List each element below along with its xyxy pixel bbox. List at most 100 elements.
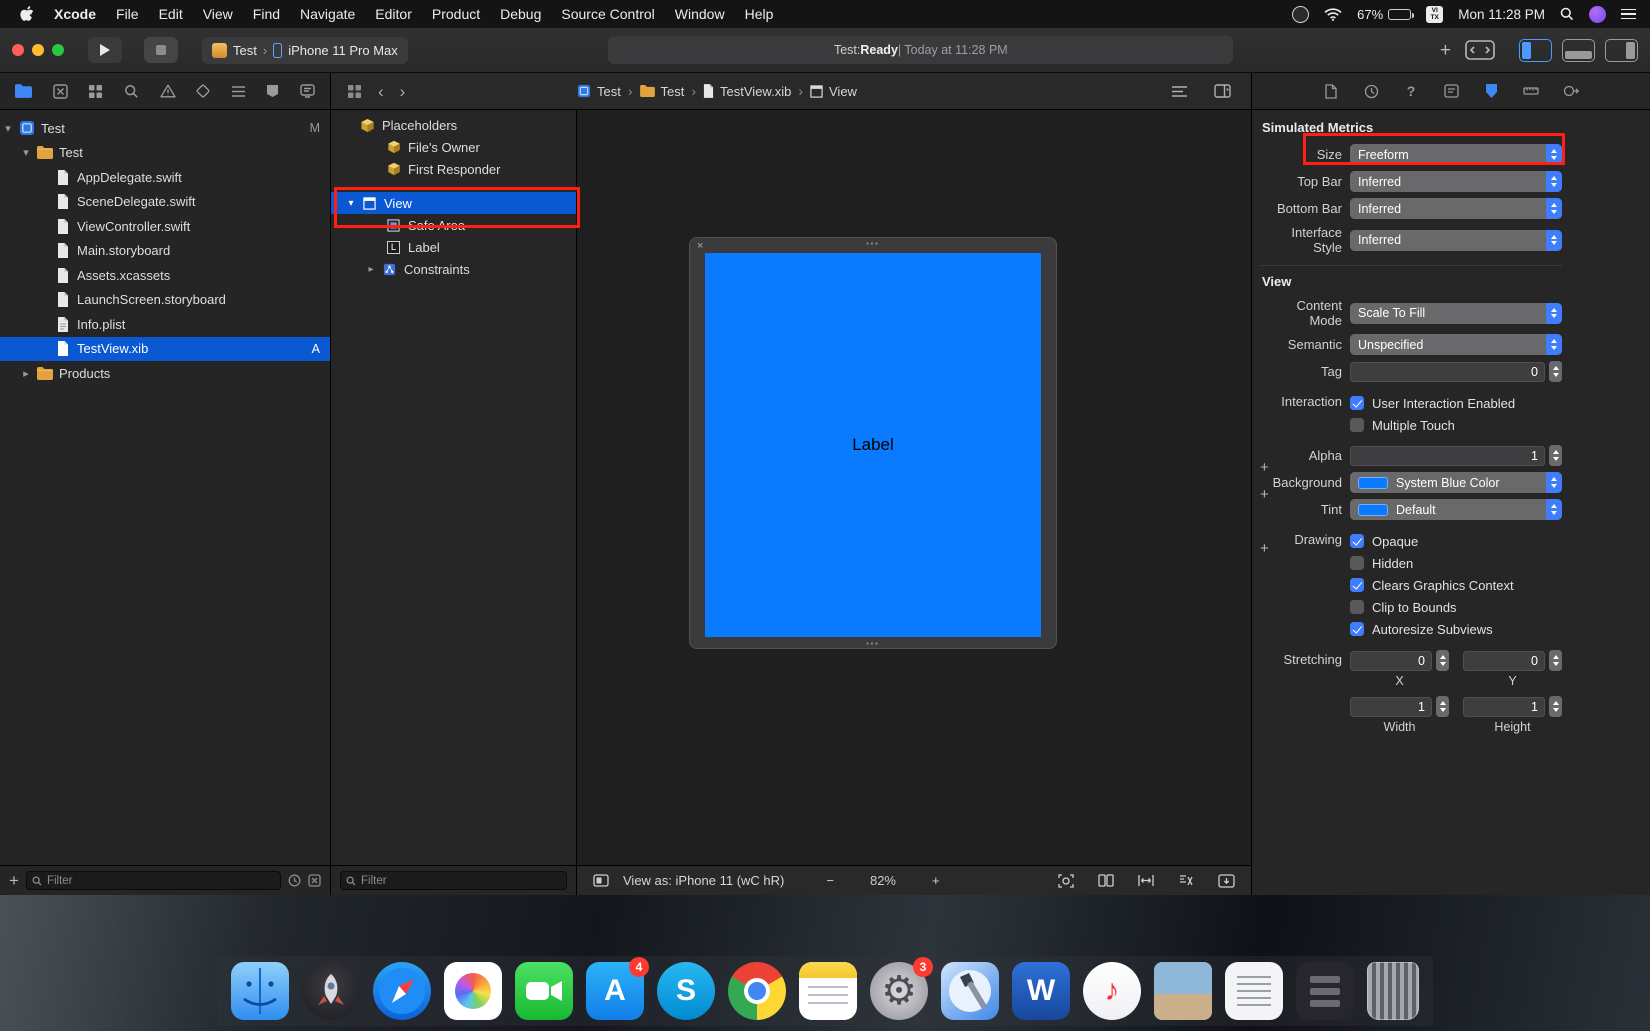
disclosure-triangle[interactable]: ▾ [0, 122, 16, 135]
test-navigator-tab[interactable] [196, 84, 210, 98]
menu-edit[interactable]: Edit [149, 6, 193, 22]
color-swatch[interactable] [1358, 477, 1388, 489]
add-editor-icon[interactable] [1214, 84, 1231, 98]
dock-finder[interactable] [231, 962, 289, 1020]
add-variation-button[interactable]: + [1260, 460, 1269, 475]
scheme-selector[interactable]: Test › iPhone 11 Pro Max [202, 37, 408, 64]
project-navigator-tab[interactable] [15, 84, 32, 98]
view-as-control[interactable]: View as: iPhone 11 (wC hR) [623, 873, 784, 888]
checkbox[interactable] [1350, 418, 1364, 432]
dock-word[interactable]: W [1012, 962, 1070, 1020]
dock-facetime[interactable] [515, 962, 573, 1020]
size-inspector-tab[interactable] [1522, 84, 1540, 98]
outline-row-placeholders[interactable]: Placeholders [331, 114, 576, 136]
menu-window[interactable]: Window [665, 6, 735, 22]
outline-filter-input[interactable]: Filter [340, 871, 567, 890]
add-file-button[interactable]: + [9, 872, 19, 889]
menu-product[interactable]: Product [422, 6, 490, 22]
autoresize-subviews-option[interactable]: Autoresize Subviews [1350, 618, 1562, 640]
update-frames-icon[interactable] [1058, 874, 1074, 888]
breadcrumb-file[interactable]: TestView.xib [703, 84, 791, 99]
dock-safari[interactable] [373, 962, 431, 1020]
stretching-height-field[interactable]: 1 [1463, 697, 1545, 717]
semantic-popup[interactable]: Unspecified [1350, 334, 1562, 355]
checkbox[interactable] [1350, 600, 1364, 614]
dock-music[interactable]: ♪ [1083, 962, 1141, 1020]
add-constraints-icon[interactable] [1178, 874, 1194, 887]
run-button[interactable] [88, 37, 122, 63]
color-swatch[interactable] [1358, 504, 1388, 516]
add-variation-button[interactable]: + [1260, 541, 1269, 556]
alpha-field[interactable]: 1 [1350, 446, 1545, 466]
quick-help-inspector-tab[interactable]: ? [1402, 83, 1420, 99]
source-control-filter-icon[interactable] [308, 874, 321, 887]
creative-cloud-icon[interactable] [1292, 6, 1309, 23]
dock-chrome[interactable] [728, 962, 786, 1020]
zoom-level[interactable]: 82% [870, 873, 896, 888]
dock-xcode[interactable] [941, 962, 999, 1020]
breadcrumb-group[interactable]: Test [640, 84, 685, 99]
content-mode-popup[interactable]: Scale To Fill [1350, 303, 1562, 324]
menu-debug[interactable]: Debug [490, 6, 551, 22]
debug-navigator-tab[interactable] [231, 85, 246, 98]
dock-notes[interactable] [799, 962, 857, 1020]
hidden-option[interactable]: Hidden [1350, 552, 1562, 574]
disclosure-triangle[interactable]: ▾ [18, 146, 34, 159]
checkbox[interactable] [1350, 622, 1364, 636]
background-color-popup[interactable]: System Blue Color [1350, 472, 1562, 493]
interface-builder-canvas[interactable]: × ••• Label ••• [577, 110, 1251, 865]
disclosure-triangle[interactable]: ▾ [343, 198, 359, 209]
project-row[interactable]: ▾ Test M [0, 116, 330, 141]
tag-field[interactable]: 0 [1350, 362, 1545, 382]
library-add-button[interactable]: + [1440, 41, 1451, 60]
dock-documents-stack[interactable] [1225, 962, 1283, 1020]
stop-button[interactable] [144, 37, 178, 63]
file-row[interactable]: Info.plist [0, 312, 330, 337]
checkbox[interactable] [1350, 578, 1364, 592]
file-row[interactable]: Main.storyboard [0, 239, 330, 264]
symbol-navigator-tab[interactable] [88, 84, 103, 99]
stepper[interactable] [1549, 650, 1562, 671]
stretching-y-field[interactable]: 0 [1463, 651, 1545, 671]
related-items-icon[interactable] [347, 84, 362, 99]
wifi-icon[interactable] [1324, 8, 1342, 21]
align-constraints-icon[interactable] [1138, 874, 1154, 887]
menu-source-control[interactable]: Source Control [551, 6, 664, 22]
menu-view[interactable]: View [193, 6, 243, 22]
dock-image-file[interactable] [1154, 962, 1212, 1020]
menu-find[interactable]: Find [243, 6, 290, 22]
file-row[interactable]: SceneDelegate.swift [0, 190, 330, 215]
drag-handle-bottom[interactable]: ••• [866, 641, 879, 648]
stretching-x-field[interactable]: 0 [1350, 651, 1432, 671]
checkbox[interactable] [1350, 556, 1364, 570]
dock-trash[interactable] [1367, 962, 1419, 1020]
history-inspector-tab[interactable] [1362, 84, 1380, 99]
dock-launchpad[interactable] [302, 962, 360, 1020]
user-avatar[interactable] [1589, 6, 1606, 23]
stepper[interactable] [1549, 696, 1562, 717]
menu-file[interactable]: File [106, 6, 149, 22]
group-row[interactable]: ▸ Products [0, 361, 330, 386]
navigator-filter-input[interactable]: Filter [26, 871, 281, 890]
breadcrumb-view[interactable]: View [810, 84, 857, 99]
adjust-editor-icon[interactable] [1171, 85, 1188, 98]
clears-graphics-context-option[interactable]: Clears Graphics Context [1350, 574, 1562, 596]
stepper[interactable] [1436, 696, 1449, 717]
dock-system-preferences[interactable]: 3 ⚙ [870, 962, 928, 1020]
interface-style-popup[interactable]: Inferred [1350, 230, 1562, 251]
issue-navigator-tab[interactable] [160, 84, 176, 98]
outline-row-first-responder[interactable]: First Responder [331, 158, 576, 180]
menu-help[interactable]: Help [735, 6, 784, 22]
find-navigator-tab[interactable] [124, 84, 139, 99]
dock-app-store[interactable]: 4 A [586, 962, 644, 1020]
stretching-width-field[interactable]: 1 [1350, 697, 1432, 717]
group-row[interactable]: ▾ Test [0, 141, 330, 166]
window-close-button[interactable] [12, 44, 24, 56]
breadcrumb-project[interactable]: Test [577, 84, 621, 99]
bottom-bar-popup[interactable]: Inferred [1350, 198, 1562, 219]
hide-debug-area-button[interactable] [1562, 39, 1595, 62]
file-row[interactable]: Assets.xcassets [0, 263, 330, 288]
report-navigator-tab[interactable] [300, 84, 315, 98]
hide-navigator-button[interactable] [1519, 39, 1552, 62]
file-row[interactable]: LaunchScreen.storyboard [0, 288, 330, 313]
